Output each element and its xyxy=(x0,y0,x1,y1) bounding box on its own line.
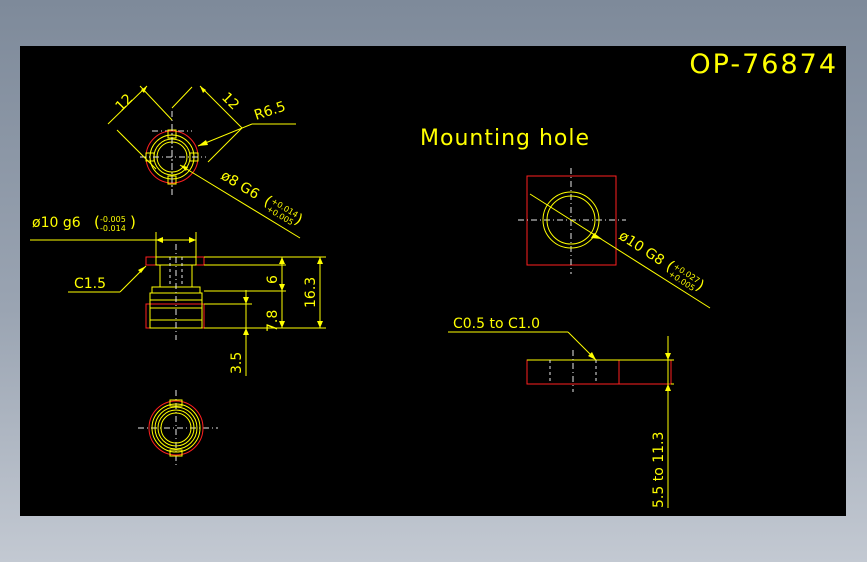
dim-12-left: 12 xyxy=(113,91,137,115)
top-view: 12 12 R6.5 ø8 G6 ( +0.014 +0.005 ) xyxy=(107,85,306,239)
svg-text:(: ( xyxy=(94,213,100,231)
bottom-view xyxy=(138,390,218,466)
radius-label: R6.5 xyxy=(252,99,287,124)
shaft-tol-upper: -0.005 xyxy=(100,215,126,224)
dim-7-8: 7.8 xyxy=(265,310,281,332)
side-view: ø10 g6 ( -0.005 -0.014 ) C1.5 6 16.3 7.8… xyxy=(30,213,326,376)
mount-bore-label: ø10 G8 xyxy=(616,228,667,269)
mount-chamfer-label: C0.5 to C1.0 xyxy=(453,316,540,332)
mounting-hole-title: Mounting hole xyxy=(420,126,590,151)
top-bore-label: ø8 G6 xyxy=(218,168,262,203)
shaft-tol-lower: -0.014 xyxy=(100,224,126,233)
svg-text:): ) xyxy=(130,213,136,231)
cad-drawing: OP-76874 12 12 R6.5 ø8 G6 (+0.014 +0.00… xyxy=(30,49,838,508)
mounting-hole-view: Mounting hole ø10 G8 ( +0.027 +0.005 ) C… xyxy=(420,126,711,508)
dim-6: 6 xyxy=(265,275,281,284)
cad-drawing-area[interactable]: OP-76874 12 12 R6.5 ø8 G6 (+0.014 +0.00… xyxy=(20,46,846,516)
chamfer-label: C1.5 xyxy=(74,276,106,292)
shaft-label: ø10 g6 xyxy=(32,215,81,231)
drawing-number: OP-76874 xyxy=(689,49,838,80)
mount-depth-label: 5.5 to 11.3 xyxy=(651,432,667,508)
dim-12-right: 12 xyxy=(218,90,242,114)
dim-16-3: 16.3 xyxy=(303,277,319,308)
dim-3-5: 3.5 xyxy=(229,352,245,374)
